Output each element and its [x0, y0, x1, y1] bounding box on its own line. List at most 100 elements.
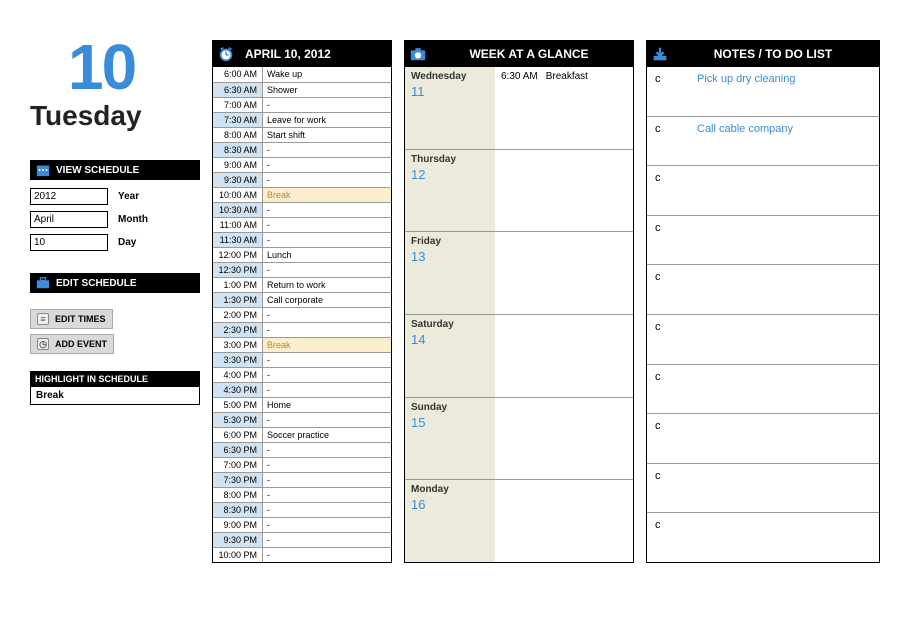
- note-row[interactable]: c: [647, 165, 879, 215]
- camera-icon: [409, 45, 427, 63]
- edit-times-button[interactable]: ≡ EDIT TIMES: [30, 309, 113, 329]
- schedule-row[interactable]: 3:30 PM-: [213, 352, 391, 367]
- schedule-time: 2:00 PM: [213, 308, 263, 322]
- month-label: Month: [118, 214, 148, 225]
- sidebar: 10 Tuesday VIEW SCHEDULE Year Month Day …: [30, 40, 200, 563]
- schedule-event: -: [263, 443, 391, 457]
- note-row[interactable]: c Pick up dry cleaning: [647, 67, 879, 116]
- note-row[interactable]: cCall cable company: [647, 116, 879, 166]
- note-row[interactable]: c: [647, 413, 879, 463]
- week-day[interactable]: Saturday14: [405, 314, 633, 397]
- schedule-time: 7:30 AM: [213, 113, 263, 127]
- schedule-time: 11:30 AM: [213, 233, 263, 247]
- schedule-row[interactable]: 12:00 PMLunch: [213, 247, 391, 262]
- schedule-time: 6:30 AM: [213, 83, 263, 97]
- schedule-row[interactable]: 7:00 PM-: [213, 457, 391, 472]
- note-row[interactable]: c: [647, 215, 879, 265]
- week-day-number: 13: [411, 249, 489, 264]
- schedule-date: APRIL 10, 2012: [241, 47, 383, 61]
- schedule-event: Leave for work: [263, 113, 391, 127]
- week-day-number: 11: [411, 84, 489, 99]
- week-day-label: Friday13: [405, 232, 495, 314]
- note-mark: c: [655, 73, 667, 85]
- year-input[interactable]: [30, 188, 108, 205]
- schedule-time: 8:00 AM: [213, 128, 263, 142]
- schedule-row[interactable]: 8:30 AM-: [213, 142, 391, 157]
- schedule-row[interactable]: 7:00 AM-: [213, 97, 391, 112]
- schedule-row[interactable]: 4:30 PM-: [213, 382, 391, 397]
- view-schedule-label: VIEW SCHEDULE: [56, 165, 139, 176]
- schedule-row[interactable]: 8:30 PM-: [213, 502, 391, 517]
- week-day[interactable]: Thursday12: [405, 149, 633, 232]
- note-row[interactable]: c: [647, 512, 879, 562]
- week-header: WEEK AT A GLANCE: [405, 41, 633, 67]
- schedule-row[interactable]: 11:30 AM-: [213, 232, 391, 247]
- highlight-value[interactable]: Break: [30, 387, 200, 405]
- week-day[interactable]: Wednesday116:30 AMBreakfast: [405, 67, 633, 149]
- schedule-time: 7:00 AM: [213, 98, 263, 112]
- schedule-row[interactable]: 9:30 AM-: [213, 172, 391, 187]
- schedule-row[interactable]: 1:00 PMReturn to work: [213, 277, 391, 292]
- schedule-event: -: [263, 218, 391, 232]
- schedule-time: 8:30 PM: [213, 503, 263, 517]
- week-day-label: Wednesday11: [405, 67, 495, 149]
- schedule-row[interactable]: 9:00 PM-: [213, 517, 391, 532]
- schedule-row[interactable]: 12:30 PM-: [213, 262, 391, 277]
- schedule-row[interactable]: 8:00 PM-: [213, 487, 391, 502]
- schedule-row[interactable]: 10:00 AMBreak: [213, 187, 391, 202]
- note-mark: c: [655, 371, 667, 383]
- schedule-row[interactable]: 1:30 PMCall corporate: [213, 292, 391, 307]
- schedule-row[interactable]: 6:30 AMShower: [213, 82, 391, 97]
- week-day[interactable]: Sunday15: [405, 397, 633, 480]
- schedule-event: -: [263, 533, 391, 547]
- week-day[interactable]: Monday16: [405, 479, 633, 562]
- edit-schedule-header: EDIT SCHEDULE: [30, 273, 200, 293]
- schedule-row[interactable]: 3:00 PMBreak: [213, 337, 391, 352]
- schedule-row[interactable]: 8:00 AMStart shift: [213, 127, 391, 142]
- schedule-event: Soccer practice: [263, 428, 391, 442]
- schedule-row[interactable]: 10:30 AM-: [213, 202, 391, 217]
- schedule-row[interactable]: 2:30 PM-: [213, 322, 391, 337]
- schedule-row[interactable]: 11:00 AM-: [213, 217, 391, 232]
- view-schedule-header: VIEW SCHEDULE: [30, 160, 200, 180]
- schedule-row[interactable]: 9:00 AM-: [213, 157, 391, 172]
- notes-header: NOTES / TO DO LIST: [647, 41, 879, 67]
- schedule-event: -: [263, 173, 391, 187]
- schedule-row[interactable]: 10:00 PM-: [213, 547, 391, 562]
- edit-times-label: EDIT TIMES: [55, 314, 106, 324]
- note-text: Pick up dry cleaning: [697, 73, 795, 85]
- week-day[interactable]: Friday13: [405, 231, 633, 314]
- schedule-row[interactable]: 7:30 AMLeave for work: [213, 112, 391, 127]
- note-mark: c: [655, 172, 667, 184]
- schedule-row[interactable]: 7:30 PM-: [213, 472, 391, 487]
- year-row: Year: [30, 188, 200, 205]
- note-row[interactable]: c: [647, 264, 879, 314]
- schedule-time: 1:30 PM: [213, 293, 263, 307]
- schedule-row[interactable]: 4:00 PM-: [213, 367, 391, 382]
- schedule-row[interactable]: 6:00 AMWake up: [213, 67, 391, 82]
- schedule-row[interactable]: 6:30 PM-: [213, 442, 391, 457]
- schedule-column: APRIL 10, 2012 6:00 AMWake up6:30 AMShow…: [212, 40, 392, 563]
- schedule-time: 1:00 PM: [213, 278, 263, 292]
- day-input[interactable]: [30, 234, 108, 251]
- month-input[interactable]: [30, 211, 108, 228]
- schedule-row[interactable]: 5:30 PM-: [213, 412, 391, 427]
- schedule-event: Start shift: [263, 128, 391, 142]
- schedule-time: 11:00 AM: [213, 218, 263, 232]
- schedule-time: 6:00 AM: [213, 67, 263, 82]
- note-row[interactable]: c: [647, 463, 879, 513]
- note-row[interactable]: c: [647, 314, 879, 364]
- note-mark: c: [655, 222, 667, 234]
- schedule-event: -: [263, 233, 391, 247]
- week-day-items: [495, 315, 633, 397]
- add-event-button[interactable]: ◷ ADD EVENT: [30, 334, 114, 354]
- schedule-event: -: [263, 548, 391, 562]
- schedule-row[interactable]: 2:00 PM-: [213, 307, 391, 322]
- schedule-row[interactable]: 6:00 PMSoccer practice: [213, 427, 391, 442]
- schedule-row[interactable]: 9:30 PM-: [213, 532, 391, 547]
- note-mark: c: [655, 420, 667, 432]
- schedule-row[interactable]: 5:00 PMHome: [213, 397, 391, 412]
- list-icon: ≡: [37, 313, 49, 325]
- schedule-event: -: [263, 413, 391, 427]
- note-row[interactable]: c: [647, 364, 879, 414]
